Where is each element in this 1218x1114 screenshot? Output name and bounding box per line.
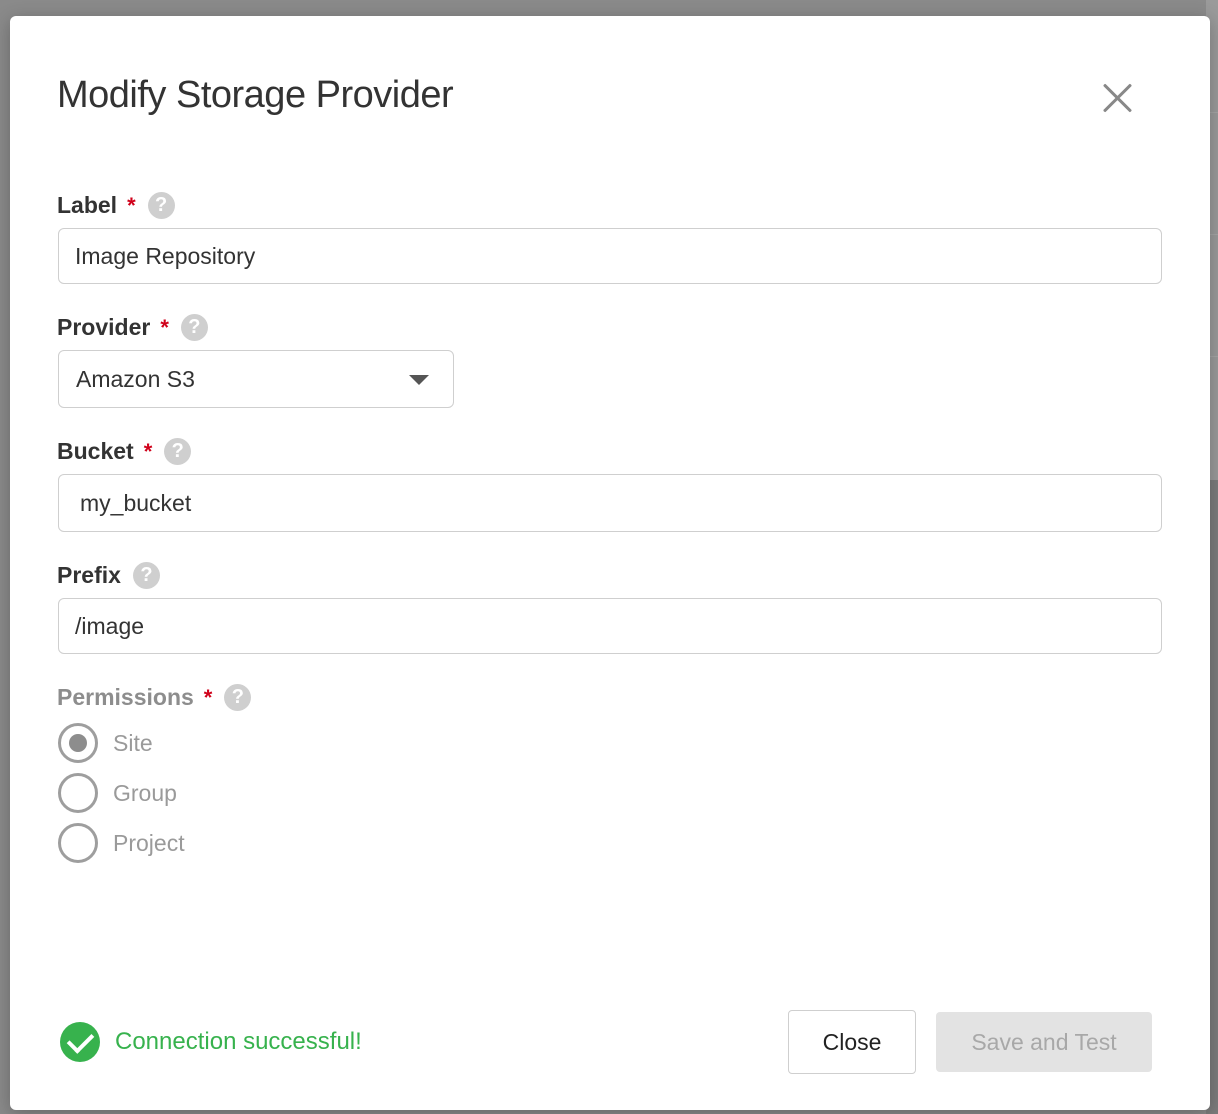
permissions-field-label: Permissions * ? — [57, 684, 251, 711]
radio-button[interactable] — [58, 773, 98, 813]
permissions-field-text: Permissions — [57, 684, 194, 711]
radio-button[interactable] — [58, 823, 98, 863]
modify-storage-provider-dialog: Modify Storage Provider Label * ? Provid… — [10, 16, 1210, 1110]
provider-selected-value: Amazon S3 — [76, 366, 195, 392]
connection-status: Connection successful! — [60, 1022, 362, 1062]
provider-field-label: Provider * ? — [57, 314, 208, 341]
bucket-field-text: Bucket — [57, 438, 134, 465]
help-icon[interactable]: ? — [164, 438, 191, 465]
required-marker: * — [144, 439, 153, 465]
prefix-input[interactable] — [58, 598, 1162, 654]
required-marker: * — [127, 193, 136, 219]
check-circle-icon — [60, 1022, 100, 1062]
permission-option-group[interactable]: Group — [58, 773, 177, 813]
prefix-field-label: Prefix ? — [57, 562, 160, 589]
prefix-field-text: Prefix — [57, 562, 121, 589]
label-field-text: Label — [57, 192, 117, 219]
bucket-field-label: Bucket * ? — [57, 438, 191, 465]
help-icon[interactable]: ? — [148, 192, 175, 219]
radio-label: Project — [113, 830, 185, 857]
label-field-label: Label * ? — [57, 192, 175, 219]
dialog-title: Modify Storage Provider — [57, 74, 453, 117]
provider-select[interactable]: Amazon S3 — [58, 350, 454, 408]
label-input[interactable] — [58, 228, 1162, 284]
required-marker: * — [204, 685, 213, 711]
permission-option-site[interactable]: Site — [58, 723, 153, 763]
close-button[interactable]: Close — [788, 1010, 916, 1074]
radio-button[interactable] — [58, 723, 98, 763]
provider-field-text: Provider — [57, 314, 150, 341]
chevron-down-icon — [409, 375, 429, 385]
radio-label: Site — [113, 730, 153, 757]
close-icon[interactable] — [1100, 80, 1136, 116]
help-icon[interactable]: ? — [133, 562, 160, 589]
radio-label: Group — [113, 780, 177, 807]
bucket-input[interactable] — [58, 474, 1162, 532]
help-icon[interactable]: ? — [181, 314, 208, 341]
status-message: Connection successful! — [115, 1028, 362, 1056]
help-icon[interactable]: ? — [224, 684, 251, 711]
permission-option-project[interactable]: Project — [58, 823, 185, 863]
save-and-test-button[interactable]: Save and Test — [936, 1012, 1152, 1072]
required-marker: * — [160, 315, 169, 341]
